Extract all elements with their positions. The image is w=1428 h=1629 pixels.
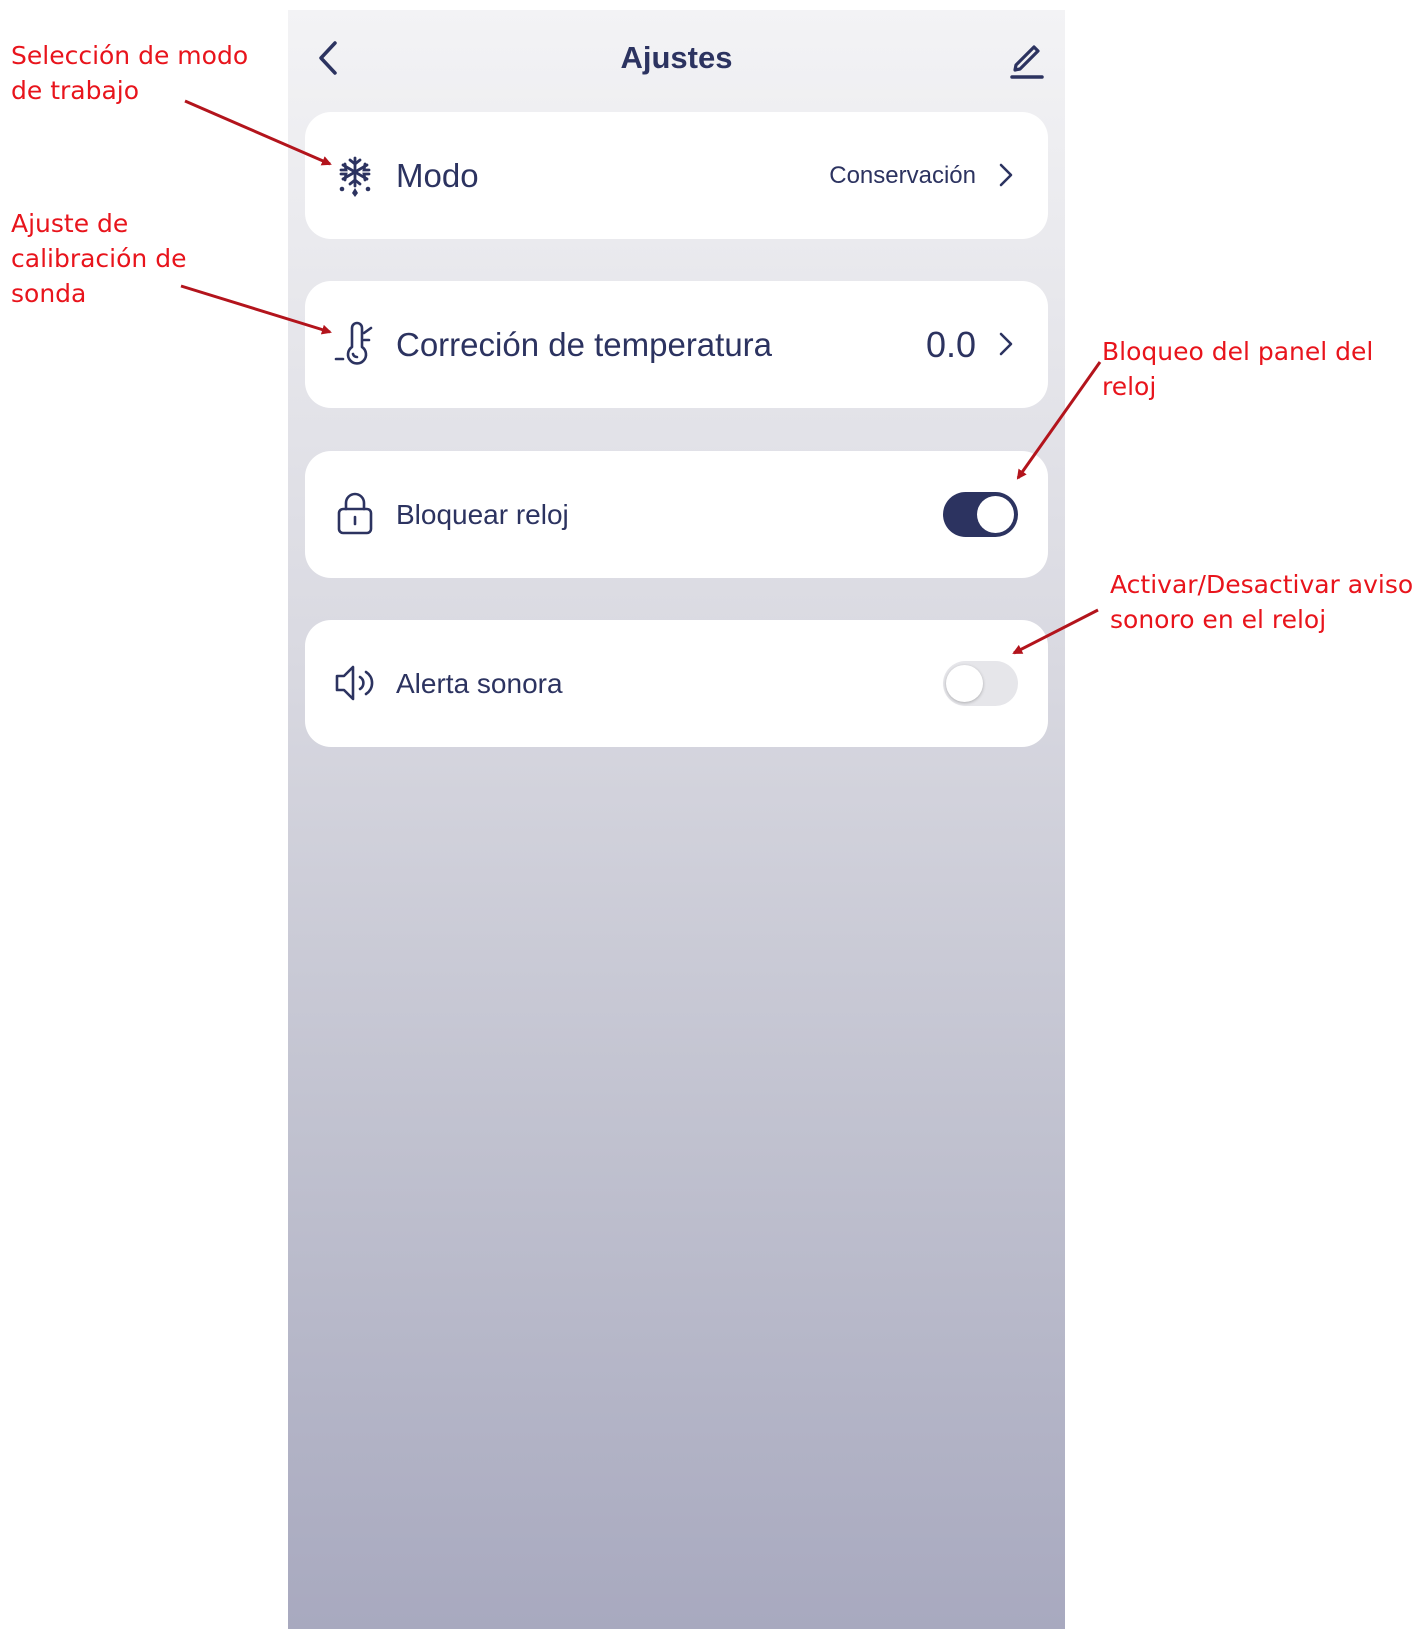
temperature-correction-row[interactable]: Correción de temperatura 0.0 [305,281,1048,408]
sound-alert-toggle[interactable] [943,661,1018,706]
annotation-mode: Selección de modo de trabajo [11,41,249,105]
screenshot-stage: Ajustes Modo Conservación Correción de t… [0,0,1428,1629]
toggle-knob [946,665,983,702]
lock-clock-toggle[interactable] [943,492,1018,537]
lock-clock-row: Bloquear reloj [305,451,1048,578]
chevron-right-icon [999,332,1013,356]
speaker-icon [335,665,374,701]
mode-label: Modo [396,157,479,194]
thermometer-icon [334,321,373,365]
lock-clock-label: Bloquear reloj [396,499,569,530]
page-title: Ajustes [620,40,733,75]
phone-screen: Ajustes Modo Conservación Correción de t… [288,10,1065,1629]
toggle-knob [977,496,1014,533]
mode-row[interactable]: Modo Conservación [305,112,1048,239]
pencil-icon [1010,45,1044,79]
edit-button[interactable] [1007,38,1047,82]
chevron-right-icon [999,163,1013,187]
lock-icon [337,492,373,535]
temperature-correction-value: 0.0 [925,324,976,365]
annotation-lock: Bloqueo del panel del reloj [1102,337,1374,401]
temperature-correction-label: Correción de temperatura [396,326,773,363]
annotation-sound: Activar/Desactivar aviso sonoro en el re… [1110,570,1414,634]
top-bar: Ajustes [288,10,1065,110]
annotation-calibration: Ajuste de calibración de sonda [11,209,187,308]
sound-alert-row: Alerta sonora [305,620,1048,747]
mode-value: Conservación [829,162,976,189]
snowflake-icon [339,156,371,197]
sound-alert-label: Alerta sonora [396,668,563,699]
